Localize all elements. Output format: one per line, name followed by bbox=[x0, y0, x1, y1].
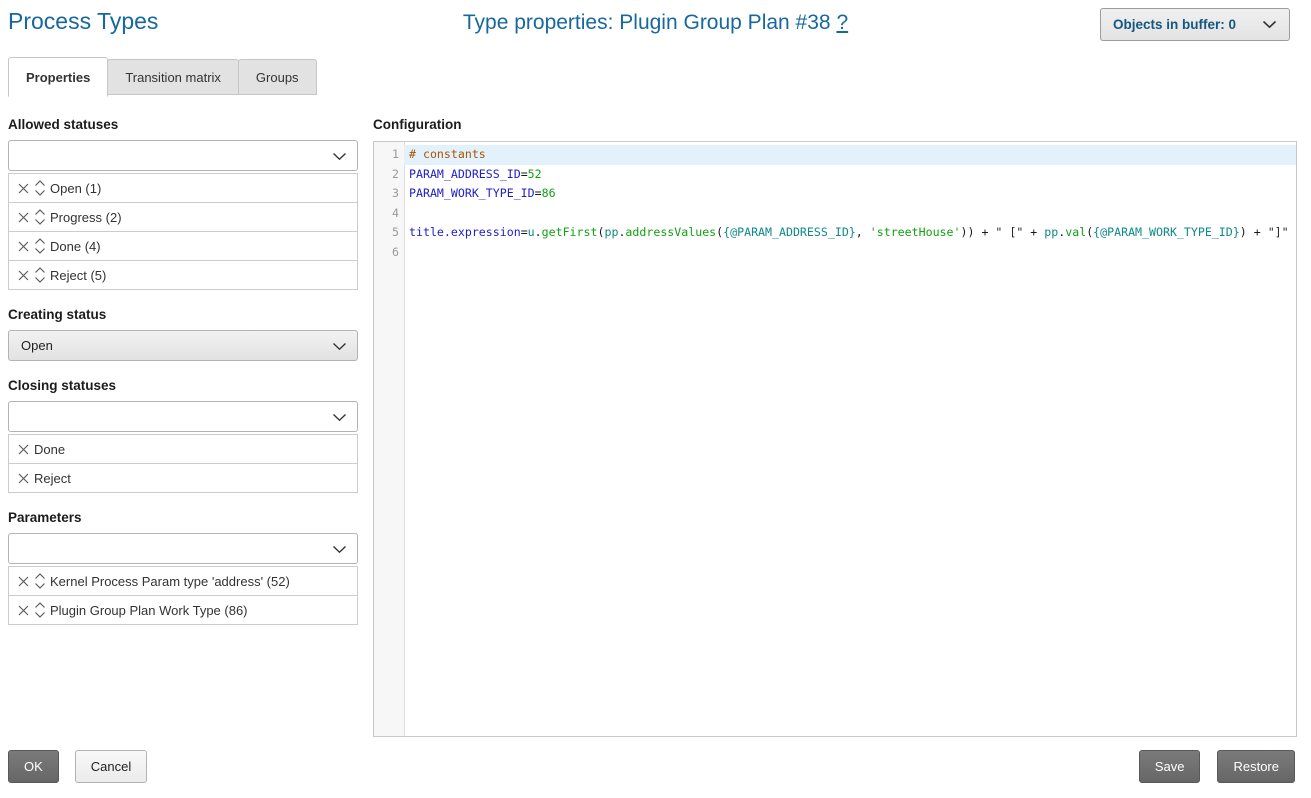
remove-icon[interactable] bbox=[17, 443, 30, 456]
code-line[interactable]: 5title.expression=u.getFirst(pp.addressV… bbox=[374, 223, 1296, 243]
sort-handle-icon[interactable] bbox=[33, 179, 47, 197]
restore-button[interactable]: Restore bbox=[1217, 750, 1295, 783]
line-number: 2 bbox=[374, 165, 404, 185]
chevron-down-icon[interactable] bbox=[332, 545, 347, 554]
parameters-select[interactable] bbox=[8, 533, 358, 564]
dialog-title-text: Type properties: Plugin Group Plan #38 bbox=[463, 11, 831, 34]
list-item: Open (1) bbox=[8, 173, 358, 203]
chevron-down-icon[interactable] bbox=[332, 413, 347, 422]
objects-in-buffer-button[interactable]: Objects in buffer: 0 bbox=[1100, 8, 1290, 41]
left-panel: Allowed statuses Open (1) Progress (2) Don… bbox=[8, 117, 358, 625]
save-button[interactable]: Save bbox=[1139, 750, 1201, 783]
cancel-button[interactable]: Cancel bbox=[75, 750, 147, 783]
code-line[interactable]: 2PARAM_ADDRESS_ID=52 bbox=[374, 165, 1296, 185]
chevron-down-icon[interactable] bbox=[332, 152, 347, 161]
remove-icon[interactable] bbox=[17, 269, 30, 282]
list-item: Kernel Process Param type 'address' (52) bbox=[8, 566, 358, 596]
sort-handle-icon[interactable] bbox=[33, 237, 47, 255]
line-number: 6 bbox=[374, 243, 404, 263]
remove-icon[interactable] bbox=[17, 575, 30, 588]
process-type-properties-page: Process Types Type properties: Plugin Gr… bbox=[0, 0, 1311, 798]
line-number: 1 bbox=[374, 145, 404, 165]
allowed-statuses-list: Open (1) Progress (2) Done (4) Reject (5) bbox=[8, 173, 358, 290]
objects-in-buffer-label: Objects in buffer: 0 bbox=[1113, 17, 1236, 32]
line-number: 4 bbox=[374, 204, 404, 224]
code-line-content[interactable] bbox=[404, 204, 1296, 224]
chevron-down-icon[interactable] bbox=[332, 342, 347, 351]
code-line-content[interactable] bbox=[404, 243, 1296, 263]
closing-statuses-select[interactable] bbox=[8, 401, 358, 432]
list-item: Reject bbox=[8, 463, 358, 493]
list-item-label: Plugin Group Plan Work Type (86) bbox=[49, 603, 248, 618]
remove-icon[interactable] bbox=[17, 182, 30, 195]
code-line-content[interactable]: title.expression=u.getFirst(pp.addressVa… bbox=[404, 223, 1296, 243]
list-item-label: Kernel Process Param type 'address' (52) bbox=[49, 574, 290, 589]
creating-status-label: Creating status bbox=[8, 307, 358, 322]
allowed-statuses-label: Allowed statuses bbox=[8, 117, 358, 132]
code-line[interactable]: 1# constants bbox=[374, 145, 1296, 165]
list-item: Plugin Group Plan Work Type (86) bbox=[8, 595, 358, 625]
tab-bar: PropertiesTransition matrixGroups bbox=[8, 57, 317, 97]
sort-handle-icon[interactable] bbox=[33, 266, 47, 284]
list-item-label: Progress (2) bbox=[49, 210, 122, 225]
list-item: Done bbox=[8, 434, 358, 464]
list-item: Reject (5) bbox=[8, 260, 358, 290]
list-item-label: Open (1) bbox=[49, 181, 101, 196]
remove-icon[interactable] bbox=[17, 472, 30, 485]
code-lines: 1# constants2PARAM_ADDRESS_ID=523PARAM_W… bbox=[374, 145, 1296, 262]
list-item: Done (4) bbox=[8, 231, 358, 261]
footer-right: Save Restore bbox=[1139, 750, 1295, 783]
creating-status-select-value: Open bbox=[9, 331, 357, 360]
remove-icon[interactable] bbox=[17, 240, 30, 253]
code-line[interactable]: 4 bbox=[374, 204, 1296, 224]
configuration-editor[interactable]: 1# constants2PARAM_ADDRESS_ID=523PARAM_W… bbox=[373, 141, 1297, 737]
closing-statuses-label: Closing statuses bbox=[8, 378, 358, 393]
sort-handle-icon[interactable] bbox=[33, 208, 47, 226]
creating-status-select[interactable]: Open bbox=[8, 330, 358, 361]
code-line-content[interactable]: PARAM_WORK_TYPE_ID=86 bbox=[404, 184, 1296, 204]
sort-handle-icon[interactable] bbox=[33, 572, 47, 590]
line-number: 5 bbox=[374, 223, 404, 243]
remove-icon[interactable] bbox=[17, 211, 30, 224]
ok-button[interactable]: OK bbox=[8, 750, 59, 783]
allowed-statuses-select[interactable] bbox=[8, 140, 358, 171]
code-line-content[interactable]: PARAM_ADDRESS_ID=52 bbox=[404, 165, 1296, 185]
closing-statuses-list: Done Reject bbox=[8, 434, 358, 493]
list-item-label: Reject (5) bbox=[49, 268, 106, 283]
list-item-label: Done (4) bbox=[49, 239, 101, 254]
list-item: Progress (2) bbox=[8, 202, 358, 232]
parameters-list: Kernel Process Param type 'address' (52)… bbox=[8, 566, 358, 625]
remove-icon[interactable] bbox=[17, 604, 30, 617]
tab-groups[interactable]: Groups bbox=[238, 59, 317, 95]
code-line-content[interactable]: # constants bbox=[404, 145, 1296, 165]
configuration-label: Configuration bbox=[373, 117, 1297, 132]
tab-properties[interactable]: Properties bbox=[8, 57, 108, 97]
sort-handle-icon[interactable] bbox=[33, 601, 47, 619]
list-item-label: Done bbox=[33, 442, 65, 457]
parameters-label: Parameters bbox=[8, 510, 358, 525]
line-number: 3 bbox=[374, 184, 404, 204]
right-panel: Configuration 1# constants2PARAM_ADDRESS… bbox=[373, 117, 1297, 737]
chevron-down-icon[interactable] bbox=[1236, 20, 1277, 29]
help-link[interactable]: ? bbox=[836, 11, 848, 34]
code-line[interactable]: 3PARAM_WORK_TYPE_ID=86 bbox=[374, 184, 1296, 204]
tab-transition-matrix[interactable]: Transition matrix bbox=[107, 59, 239, 95]
footer-left: OK Cancel bbox=[8, 750, 147, 783]
code-line[interactable]: 6 bbox=[374, 243, 1296, 263]
list-item-label: Reject bbox=[33, 471, 71, 486]
